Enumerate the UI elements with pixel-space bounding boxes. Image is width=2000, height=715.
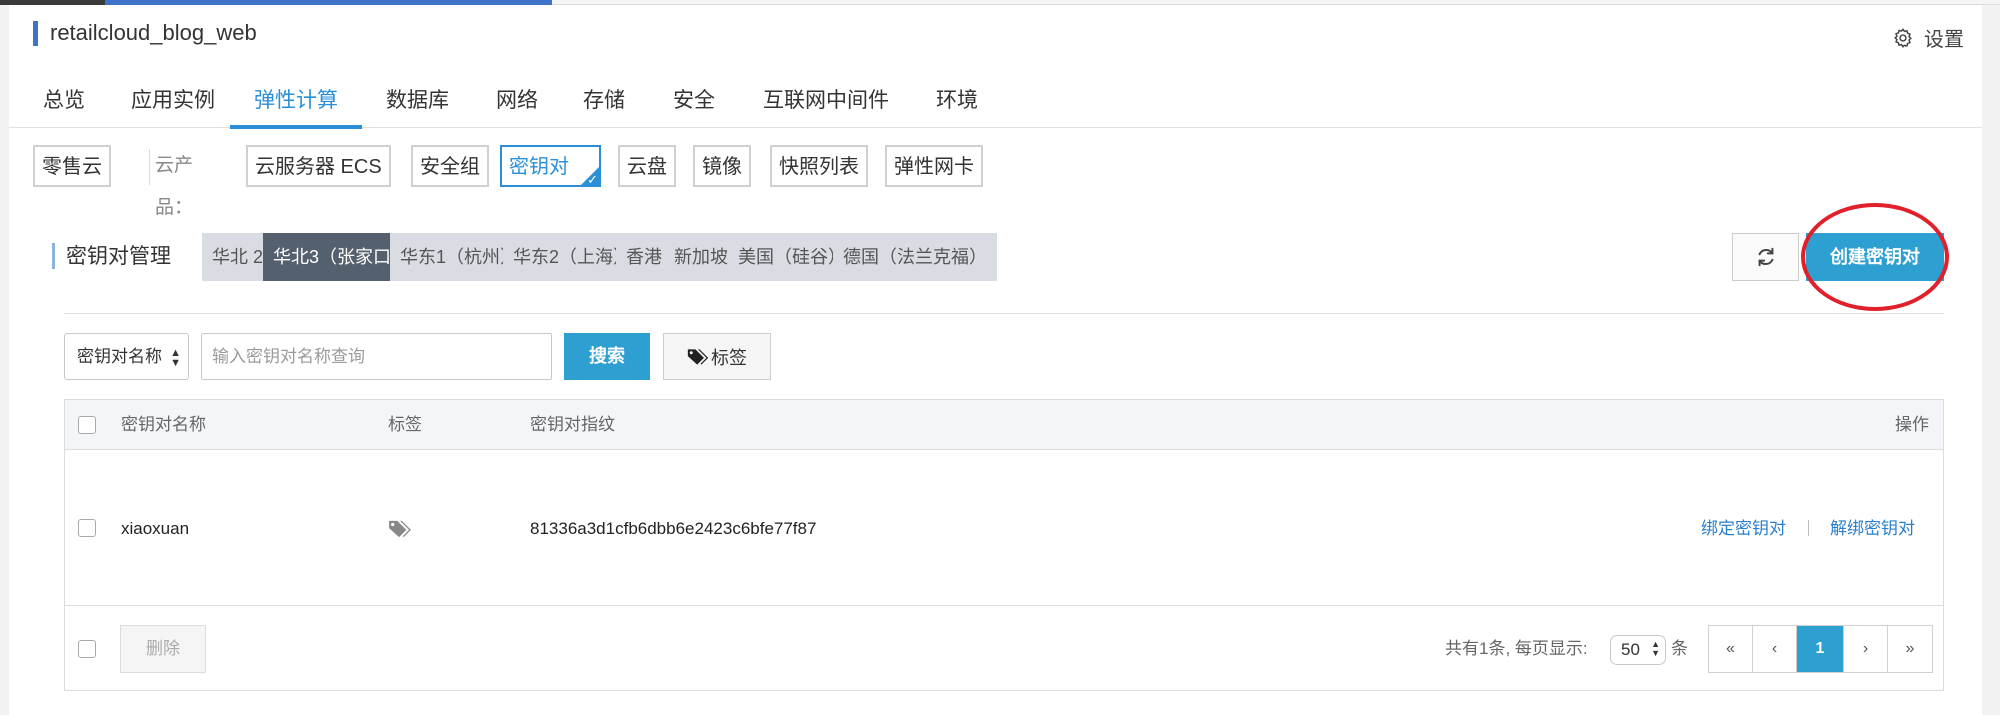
first-page-button[interactable]: « (1709, 626, 1753, 672)
unbind-key-pair-link[interactable]: 解绑密钥对 (1830, 451, 1915, 606)
divider (149, 149, 150, 185)
product-key-pair-label: 密钥对 (509, 156, 569, 178)
section-title: 密钥对管理 (66, 245, 171, 268)
pagination-info: 共有1条, 每页显示: (1445, 639, 1588, 658)
tab-app-instances[interactable]: 应用实例 (107, 65, 239, 128)
tags-icon (687, 348, 709, 365)
tag-filter-label: 标签 (711, 347, 747, 368)
tab-overview[interactable]: 总览 (19, 65, 109, 128)
refresh-button[interactable] (1732, 233, 1799, 281)
row-fingerprint: 81336a3d1cfb6dbb6e2423c6bfe77f87 (530, 519, 817, 538)
create-key-pair-button[interactable]: 创建密钥对 (1806, 233, 1944, 281)
product-ecs[interactable]: 云服务器 ECS (246, 145, 391, 187)
next-page-button[interactable]: › (1844, 626, 1888, 672)
tab-environment[interactable]: 环境 (912, 65, 1002, 128)
pagination: « ‹ 1 › » (1708, 625, 1933, 673)
product-key-pair[interactable]: 密钥对 ✓ (500, 145, 601, 187)
header-actions: 操作 (1895, 415, 1929, 434)
bind-key-pair-link[interactable]: 绑定密钥对 (1701, 451, 1786, 606)
search-button[interactable]: 搜索 (564, 333, 650, 380)
section-divider (64, 313, 1944, 314)
section-accent-bar (52, 243, 55, 269)
region-germany-frankfurt[interactable]: 德国（法兰克福） (833, 233, 997, 281)
delete-button[interactable]: 删除 (120, 625, 206, 673)
tab-security[interactable]: 安全 (649, 65, 739, 128)
product-security-group[interactable]: 安全组 (411, 145, 489, 187)
page-1-button[interactable]: 1 (1797, 626, 1844, 672)
tag-filter-button[interactable]: 标签 (663, 333, 771, 380)
header-name: 密钥对名称 (121, 415, 206, 434)
product-snapshot-list[interactable]: 快照列表 (770, 145, 868, 187)
search-field-select-value: 密钥对名称 (77, 347, 162, 366)
tab-database[interactable]: 数据库 (362, 65, 473, 128)
select-arrows-icon: ▲ ▼ (1651, 639, 1660, 658)
table-footer: 删除 共有1条, 每页显示: 50 ▲ ▼ 条 « ‹ 1 › » (65, 607, 1943, 691)
region-singapore[interactable]: 新加坡 (664, 233, 738, 281)
product-eni[interactable]: 弹性网卡 (885, 145, 983, 187)
row-checkbox[interactable] (78, 519, 96, 537)
app-title: retailcloud_blog_web (33, 19, 257, 47)
search-field-select[interactable]: 密钥对名称 ▲ ▼ (64, 333, 189, 380)
retail-cloud-home-button[interactable]: 零售云 (33, 145, 111, 187)
header-fingerprint: 密钥对指纹 (530, 415, 615, 434)
check-icon: ✓ (587, 172, 598, 187)
header-tags: 标签 (388, 415, 422, 434)
select-arrows-icon: ▲ ▼ (170, 347, 181, 369)
search-input[interactable] (201, 333, 552, 380)
refresh-icon (1758, 247, 1773, 267)
table-header: 密钥对名称 标签 密钥对指纹 操作 (65, 400, 1943, 450)
main-panel: retailcloud_blog_web 设置 总览 应用实例 弹性计算 数据库… (9, 5, 1982, 715)
product-cloud-disk[interactable]: 云盘 (618, 145, 676, 187)
tab-storage[interactable]: 存储 (559, 65, 649, 128)
action-divider (1808, 520, 1809, 536)
tab-elastic-compute[interactable]: 弹性计算 (230, 65, 362, 129)
key-pair-table: 密钥对名称 标签 密钥对指纹 操作 xiaoxuan 81336a3d1cfb6… (64, 399, 1944, 691)
page-size-unit: 条 (1671, 639, 1688, 658)
title-accent-bar (33, 20, 38, 46)
settings-button[interactable]: 设置 (1892, 23, 1964, 52)
product-image[interactable]: 镜像 (693, 145, 751, 187)
table-row: xiaoxuan 81336a3d1cfb6dbb6e2423c6bfe77f8… (65, 451, 1943, 606)
footer-select-all-checkbox[interactable] (78, 640, 96, 658)
row-name: xiaoxuan (121, 519, 190, 538)
main-tabs: 总览 应用实例 弹性计算 数据库 网络 存储 安全 互联网中间件 环境 (9, 65, 1982, 129)
tab-internet-middleware[interactable]: 互联网中间件 (739, 65, 913, 128)
app-title-text: retailcloud_blog_web (50, 20, 257, 45)
tags-icon[interactable] (388, 519, 412, 539)
cloud-products-label: 云产品： (155, 155, 194, 218)
page-size-select[interactable]: 50 ▲ ▼ (1610, 635, 1666, 665)
select-all-checkbox[interactable] (78, 416, 96, 434)
prev-page-button[interactable]: ‹ (1753, 626, 1797, 672)
settings-label: 设置 (1924, 29, 1964, 51)
tab-network[interactable]: 网络 (472, 65, 562, 128)
gear-icon (1894, 27, 1912, 48)
page-size-value: 50 (1621, 640, 1640, 659)
last-page-button[interactable]: » (1888, 626, 1932, 672)
